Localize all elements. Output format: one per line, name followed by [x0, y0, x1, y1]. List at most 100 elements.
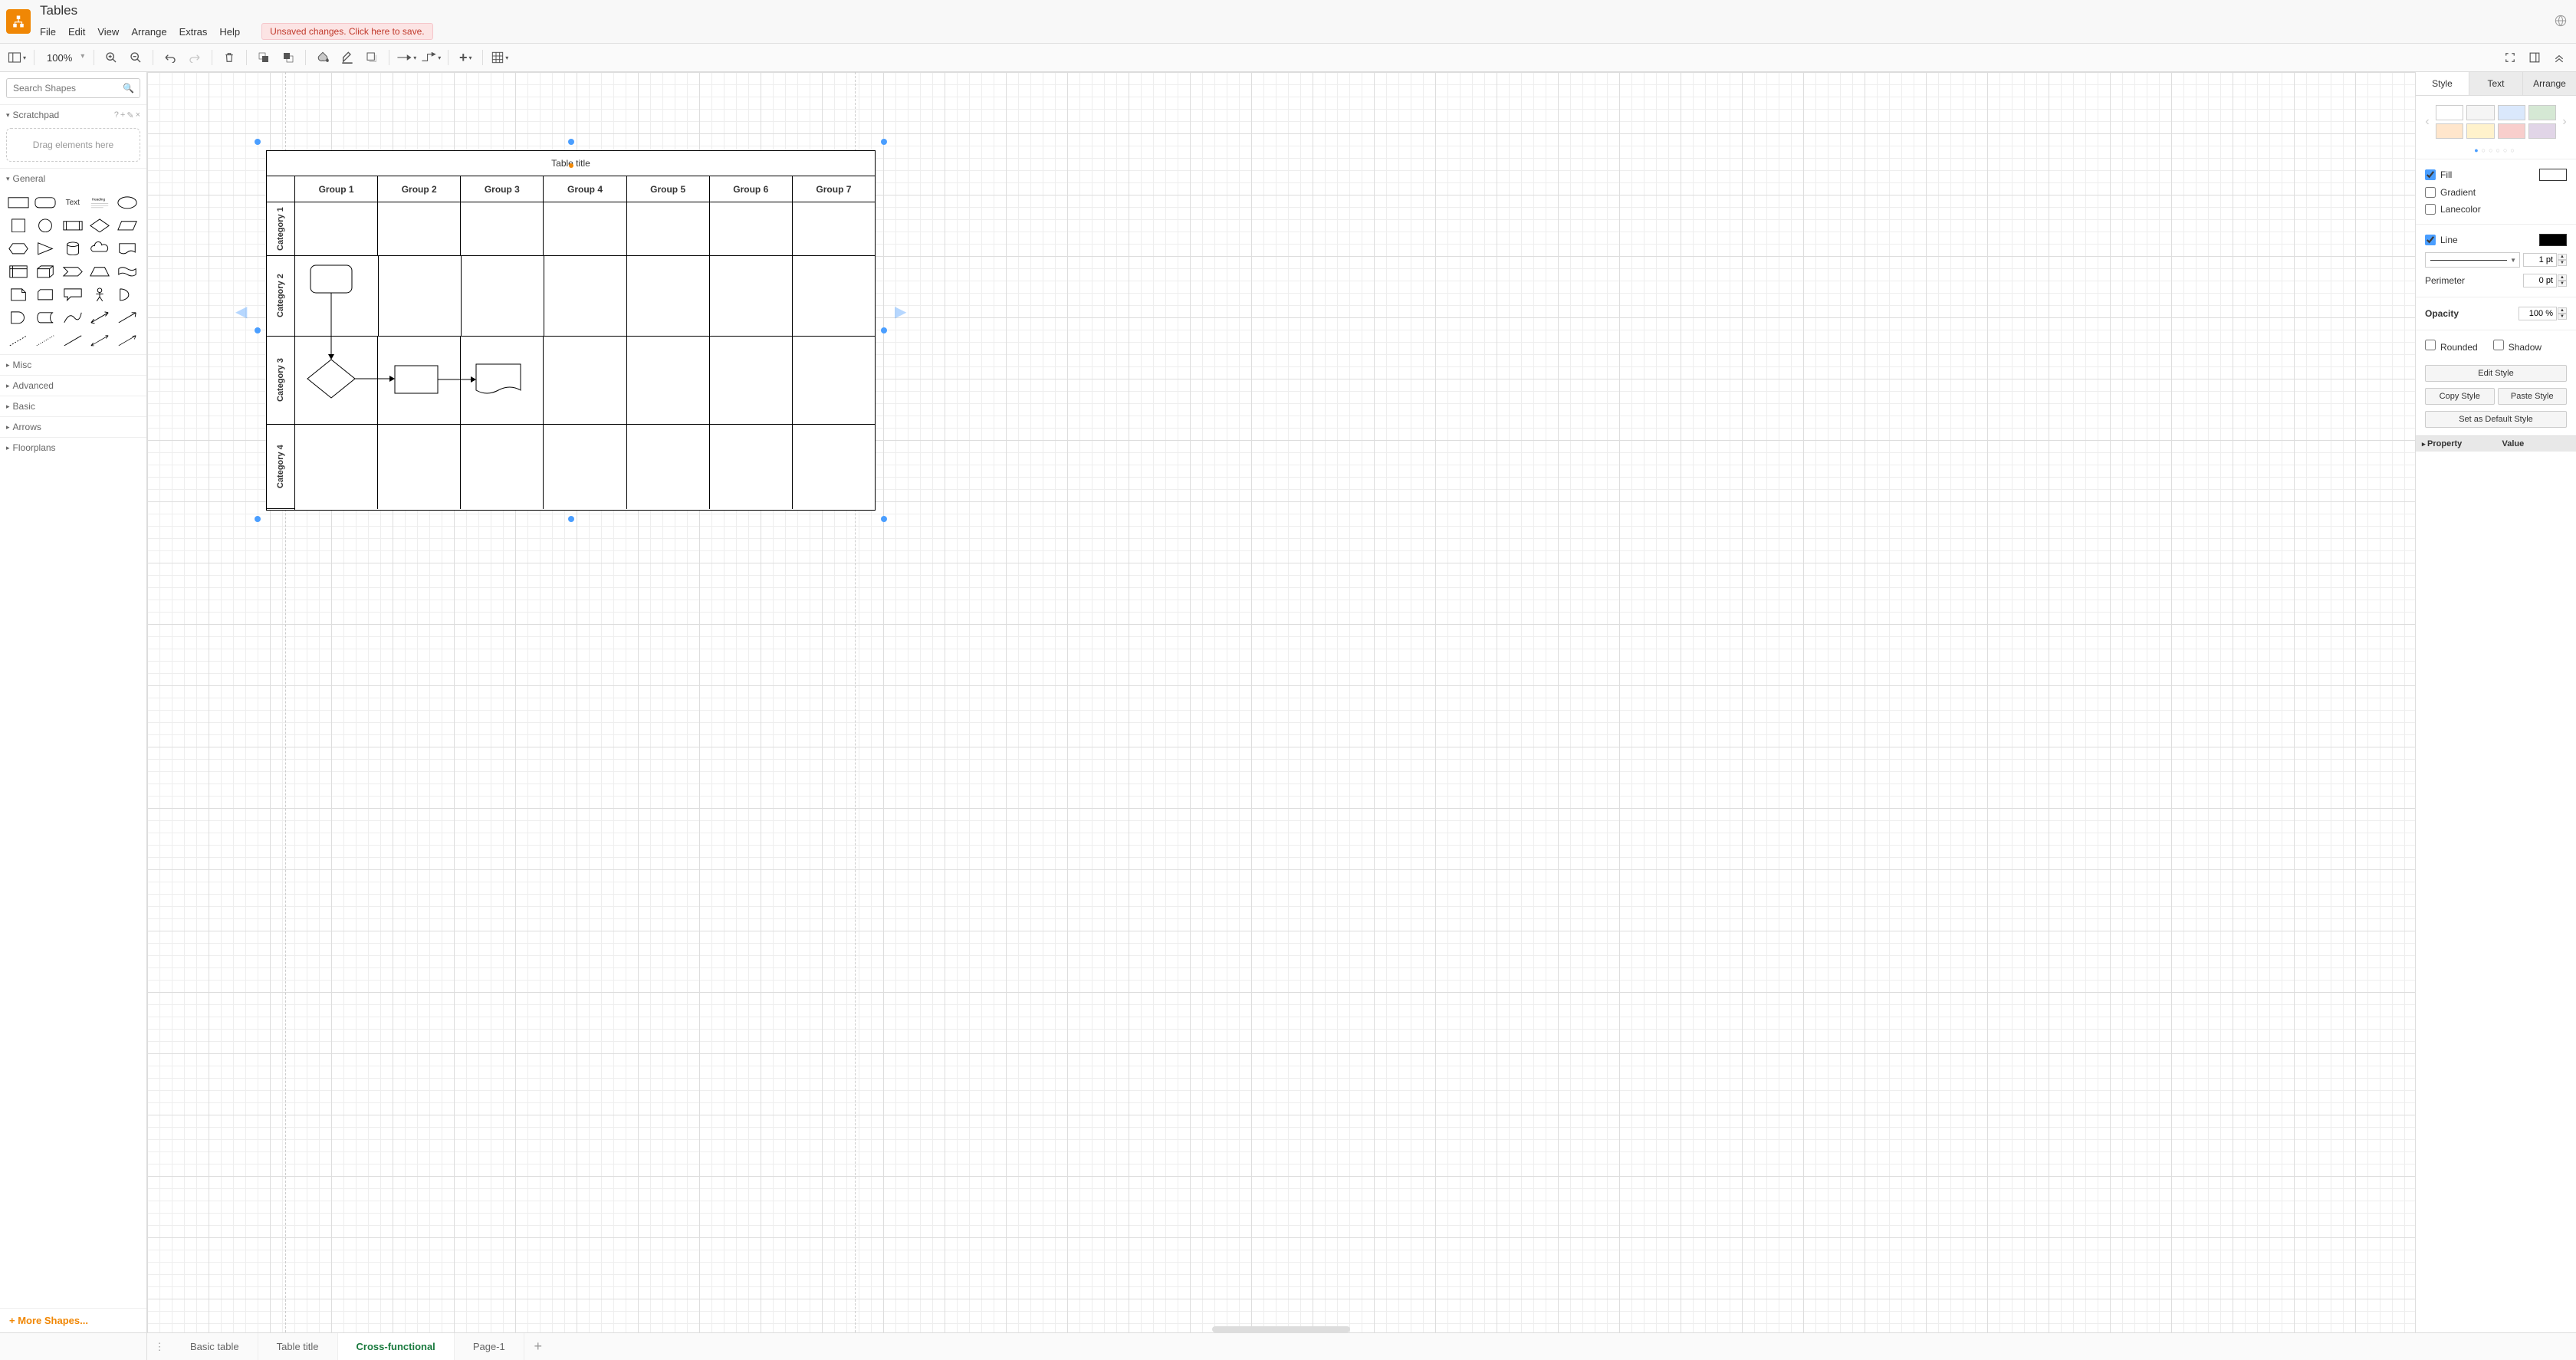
selection-handle[interactable]: [881, 516, 887, 522]
shape-card[interactable]: [33, 284, 58, 305]
scratchpad-section[interactable]: Scratchpad ? + ✎ ×: [0, 104, 146, 125]
color-swatch[interactable]: [2466, 105, 2494, 120]
table-cell[interactable]: [627, 256, 710, 336]
to-front-button[interactable]: [253, 47, 274, 68]
shape-or[interactable]: [115, 284, 140, 305]
table-cell[interactable]: [378, 425, 461, 509]
line-style-select[interactable]: [2425, 252, 2520, 268]
palette-dots[interactable]: ●○○○○○: [2416, 142, 2576, 159]
line-color-picker[interactable]: [2539, 234, 2567, 246]
flowchart-start[interactable]: [310, 265, 352, 293]
zoom-select[interactable]: 100%: [41, 49, 87, 67]
shape-callout[interactable]: [61, 284, 85, 305]
shape-cube[interactable]: [33, 261, 58, 282]
more-shapes-button[interactable]: + More Shapes...: [0, 1308, 146, 1332]
gradient-checkbox[interactable]: [2425, 187, 2436, 198]
selection-handle[interactable]: [568, 139, 574, 145]
group-header-7[interactable]: Group 7: [793, 176, 875, 202]
spinner-up[interactable]: ▲: [2558, 254, 2567, 260]
color-swatch[interactable]: [2436, 123, 2463, 139]
shape-circle[interactable]: [33, 215, 58, 236]
spinner-up[interactable]: ▲: [2558, 274, 2567, 281]
search-shapes-input[interactable]: [6, 78, 140, 98]
tab-style[interactable]: Style: [2416, 72, 2469, 95]
page-tab-table-title[interactable]: Table title: [258, 1333, 338, 1360]
shape-bidir-thin[interactable]: [87, 330, 112, 351]
rotation-marker[interactable]: [569, 163, 573, 168]
shape-rounded-rect[interactable]: [33, 192, 58, 213]
flowchart-document[interactable]: [476, 364, 521, 393]
flowchart-decision[interactable]: [307, 360, 355, 398]
collapse-button[interactable]: [2548, 47, 2570, 68]
selection-handle[interactable]: [881, 139, 887, 145]
shape-textbox[interactable]: Heading: [87, 192, 112, 213]
shape-parallelogram[interactable]: [115, 215, 140, 236]
shape-text[interactable]: Text: [61, 192, 85, 213]
shadow-button[interactable]: [361, 47, 383, 68]
fullscreen-button[interactable]: [2499, 47, 2521, 68]
delete-button[interactable]: [219, 47, 240, 68]
color-swatch[interactable]: [2436, 105, 2463, 120]
scratchpad-dropzone[interactable]: Drag elements here: [6, 128, 140, 162]
scratchpad-close-icon[interactable]: ×: [136, 110, 140, 120]
table-cell[interactable]: [710, 256, 793, 336]
table-cell[interactable]: [793, 256, 875, 336]
paste-style-button[interactable]: Paste Style: [2498, 388, 2568, 405]
table-cell[interactable]: [544, 256, 627, 336]
menu-file[interactable]: File: [40, 26, 56, 38]
floorplans-section[interactable]: Floorplans: [0, 437, 146, 458]
shape-trapezoid[interactable]: [87, 261, 112, 282]
shape-document[interactable]: [115, 238, 140, 259]
scratchpad-help-icon[interactable]: ?: [114, 110, 119, 120]
shape-and[interactable]: [6, 307, 31, 328]
perimeter-input[interactable]: [2523, 274, 2557, 287]
edit-style-button[interactable]: Edit Style: [2425, 365, 2567, 382]
shape-rectangle[interactable]: [6, 192, 31, 213]
line-width-input[interactable]: [2523, 253, 2557, 267]
shape-ellipse[interactable]: [115, 192, 140, 213]
table-cell[interactable]: [793, 425, 875, 509]
language-icon[interactable]: [2551, 11, 2570, 32]
shape-data-storage[interactable]: [33, 307, 58, 328]
shape-cloud[interactable]: [87, 238, 112, 259]
selection-handle[interactable]: [255, 327, 261, 333]
group-header-3[interactable]: Group 3: [461, 176, 544, 202]
table-cell[interactable]: [793, 337, 875, 424]
add-page-button[interactable]: +: [524, 1333, 552, 1360]
shape-square[interactable]: [6, 215, 31, 236]
lanecolor-checkbox[interactable]: [2425, 204, 2436, 215]
group-header-2[interactable]: Group 2: [378, 176, 461, 202]
table-cell[interactable]: [544, 337, 626, 424]
set-default-button[interactable]: Set as Default Style: [2425, 411, 2567, 428]
fill-checkbox[interactable]: [2425, 169, 2436, 180]
shape-diamond[interactable]: [87, 215, 112, 236]
misc-section[interactable]: Misc: [0, 354, 146, 375]
shape-arrow[interactable]: [115, 307, 140, 328]
format-panel-button[interactable]: [2524, 47, 2545, 68]
table-cell[interactable]: [544, 425, 626, 509]
canvas-area[interactable]: ◀ ▶ Table title Category: [147, 72, 2415, 1332]
property-header[interactable]: Property: [2416, 436, 2496, 452]
color-swatch[interactable]: [2498, 105, 2525, 120]
table-cell[interactable]: [295, 202, 378, 255]
fill-color-picker[interactable]: [2539, 169, 2567, 181]
group-header-1[interactable]: Group 1: [295, 176, 378, 202]
table-button[interactable]: ▾: [489, 47, 511, 68]
shape-step[interactable]: [61, 261, 85, 282]
zoom-in-button[interactable]: [100, 47, 122, 68]
shape-triangle[interactable]: [33, 238, 58, 259]
spinner-down[interactable]: ▼: [2558, 281, 2567, 287]
table-cell[interactable]: [710, 202, 793, 255]
view-mode-button[interactable]: ▾: [6, 47, 28, 68]
color-swatch[interactable]: [2528, 123, 2556, 139]
general-section[interactable]: General: [0, 168, 146, 189]
selection-handle[interactable]: [255, 516, 261, 522]
page-tab-page-1[interactable]: Page-1: [455, 1333, 524, 1360]
shadow-checkbox[interactable]: [2493, 340, 2504, 350]
color-swatch[interactable]: [2498, 123, 2525, 139]
redo-button[interactable]: [184, 47, 205, 68]
group-header-5[interactable]: Group 5: [627, 176, 710, 202]
shape-line[interactable]: [61, 330, 85, 351]
shape-cylinder[interactable]: [61, 238, 85, 259]
copy-style-button[interactable]: Copy Style: [2425, 388, 2495, 405]
